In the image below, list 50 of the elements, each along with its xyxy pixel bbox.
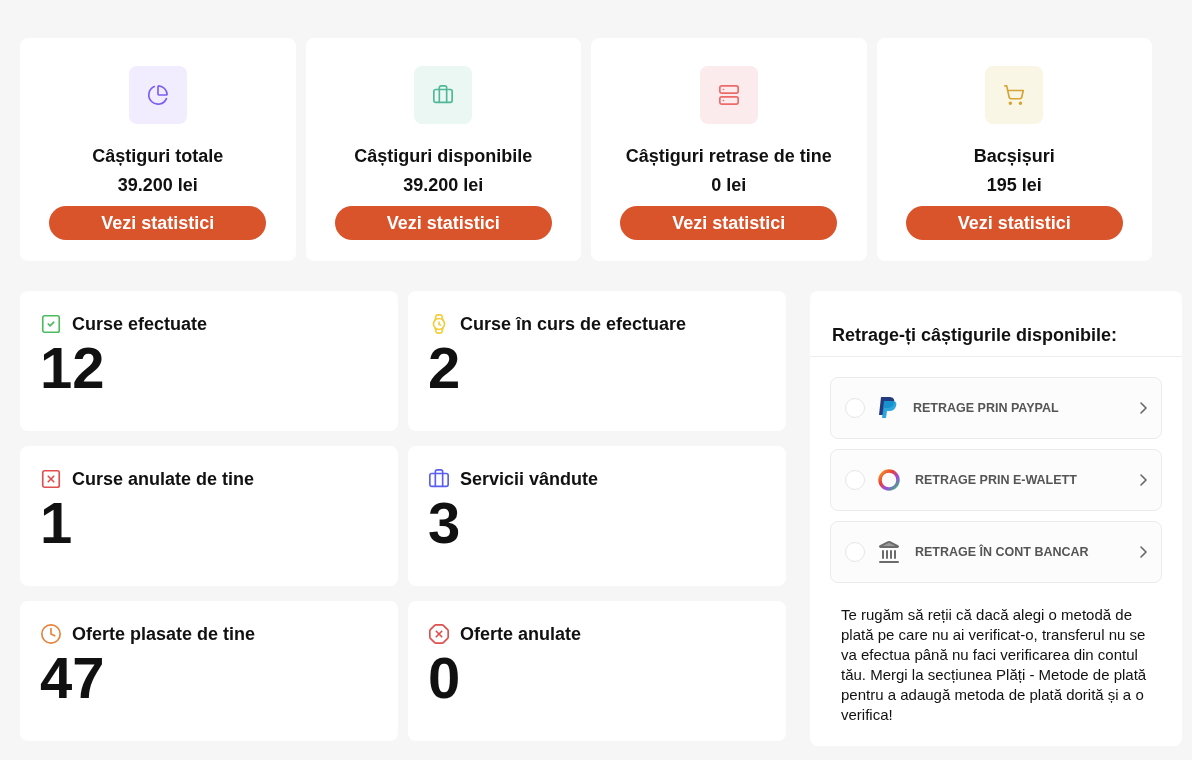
server-icon (717, 84, 740, 106)
card-title: Câștiguri disponibile (354, 146, 533, 167)
pie-chart-icon (146, 84, 169, 106)
method-label: RETRAGE PRIN E-WALETT (914, 473, 1078, 487)
method-label: RETRAGE ÎN CONT BANCAR (914, 545, 1090, 559)
chevron-icon (1140, 402, 1147, 414)
stat-label: Oferte anulate (460, 623, 582, 645)
stat-value: 1 (40, 494, 74, 552)
paypal-logo-icon (877, 396, 899, 420)
radio-button[interactable] (845, 542, 865, 562)
radio-button[interactable] (845, 398, 865, 418)
panel-title: Retrage-ți câștigurile disponibile: (810, 291, 1182, 357)
note-text: Te rugăm să reții că dacă alegi o metodă de plată pe care nu ai verificat-o, transferul nu se va efectua până nu faci verificarea din contul tău. Mergi la secțiunea Plăți - Metode de plată pentru a adaugă metoda de plată dorită și a o verifica! (840, 605, 1148, 725)
method-label: RETRAGE PRIN PAYPAL (912, 401, 1060, 415)
briefcase-icon (432, 84, 455, 106)
stat-label: Oferte plasate de tine (72, 623, 256, 645)
briefcase-icon (428, 468, 450, 490)
payment-method-option[interactable]: RETRAGE ÎN CONT BANCAR (830, 521, 1162, 583)
payment-method-option[interactable]: RETRAGE PRIN E-WALETT (830, 449, 1162, 511)
stat-label: Curse anulate de tine (72, 468, 255, 490)
clock-icon (40, 623, 62, 645)
stat-label: Servicii vândute (460, 468, 599, 490)
card-amount: 0 lei (711, 175, 747, 196)
x-square-icon (40, 468, 62, 490)
payment-method-option[interactable]: RETRAGE PRIN PAYPAL (830, 377, 1162, 439)
card-amount: 195 lei (986, 175, 1042, 196)
ring-logo-icon (877, 468, 901, 492)
cart-icon (1003, 84, 1026, 106)
card-title: Câștiguri totale (92, 146, 224, 167)
stat-value: 0 (428, 649, 462, 707)
statistics-button[interactable]: Vezi statistici (334, 206, 552, 240)
x-octagon-icon (428, 623, 450, 645)
stat-value: 12 (40, 339, 106, 397)
card-title: Bacșișuri (973, 146, 1055, 167)
bank-icon (877, 540, 901, 564)
card-amount: 39.200 lei (117, 175, 198, 196)
stat-value: 3 (428, 494, 462, 552)
chevron-icon (1140, 546, 1147, 558)
card-amount: 39.200 lei (403, 175, 484, 196)
checkbox-icon (40, 313, 62, 335)
stat-value: 47 (40, 649, 106, 707)
statistics-button[interactable]: Vezi statistici (49, 206, 267, 240)
card-title: Câștiguri retrase de tine (625, 146, 832, 167)
statistics-button[interactable]: Vezi statistici (905, 206, 1123, 240)
stat-label: Curse în curs de efectuare (460, 313, 687, 335)
chevron-icon (1140, 474, 1147, 486)
statistics-button[interactable]: Vezi statistici (620, 206, 838, 240)
stat-label: Curse efectuate (72, 313, 208, 335)
stat-value: 2 (428, 339, 462, 397)
radio-button[interactable] (845, 470, 865, 490)
